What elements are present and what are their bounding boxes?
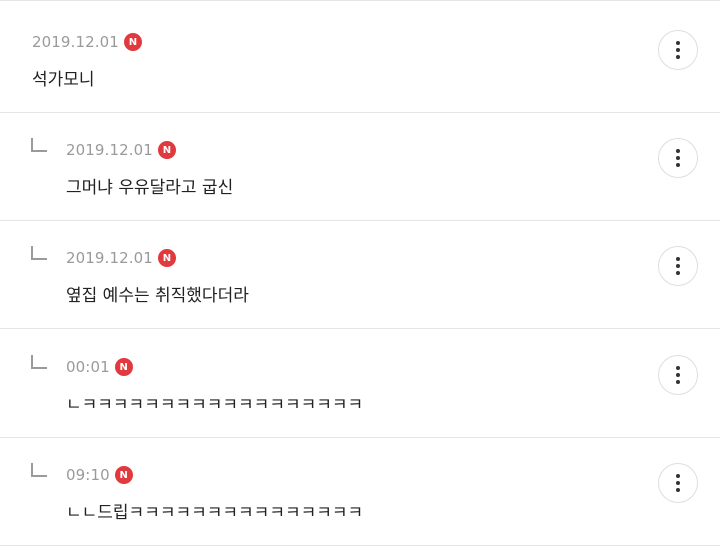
comment-list: 2019.12.01 N 석가모니 2019.12.01 N 그머냐 우유달라고… — [0, 0, 720, 554]
reply-arrow-icon — [31, 355, 47, 369]
comment-meta: 2019.12.01 N — [66, 249, 176, 267]
more-options-button[interactable] — [658, 30, 698, 70]
comment-meta: 2019.12.01 N — [66, 141, 176, 159]
comment-date: 2019.12.01 — [66, 249, 153, 267]
more-vertical-icon — [676, 366, 680, 370]
comment-meta: 00:01 N — [66, 358, 133, 376]
comment-meta: 09:10 N — [66, 466, 133, 484]
more-vertical-icon — [676, 149, 680, 153]
reply-comment-item: 09:10 N ㄴㄴ드립ㅋㅋㅋㅋㅋㅋㅋㅋㅋㅋㅋㅋㅋㅋㅋ — [0, 438, 720, 546]
comment-date: 00:01 — [66, 358, 110, 376]
new-badge-icon: N — [157, 249, 176, 267]
comment-text: 옆집 예수는 취직했다더라 — [66, 286, 249, 306]
comment-date: 09:10 — [66, 466, 110, 484]
comment-text: 그머냐 우유달라고 굽신 — [66, 178, 234, 198]
more-options-button[interactable] — [658, 355, 698, 395]
reply-arrow-icon — [31, 463, 47, 477]
new-badge-icon: N — [114, 358, 133, 376]
more-options-button[interactable] — [658, 246, 698, 286]
reply-arrow-icon — [31, 246, 47, 260]
more-vertical-icon — [676, 474, 680, 478]
comment-item: 2019.12.01 N 석가모니 — [0, 5, 720, 113]
reply-comment-item: 2019.12.01 N 그머냐 우유달라고 굽신 — [0, 113, 720, 221]
comment-date: 2019.12.01 — [32, 33, 119, 51]
comment-text: 석가모니 — [32, 70, 95, 90]
more-vertical-icon — [676, 41, 680, 45]
comment-meta: 2019.12.01 N — [32, 33, 142, 51]
reply-arrow-icon — [31, 138, 47, 152]
new-badge-icon: N — [114, 466, 133, 484]
more-vertical-icon — [676, 257, 680, 261]
comment-text: ㄴㄴ드립ㅋㅋㅋㅋㅋㅋㅋㅋㅋㅋㅋㅋㅋㅋㅋ — [66, 503, 364, 523]
reply-comment-item: 00:01 N ㄴㅋㅋㅋㅋㅋㅋㅋㅋㅋㅋㅋㅋㅋㅋㅋㅋㅋㅋ — [0, 330, 720, 438]
new-badge-icon: N — [157, 141, 176, 159]
comment-text: ㄴㅋㅋㅋㅋㅋㅋㅋㅋㅋㅋㅋㅋㅋㅋㅋㅋㅋㅋ — [66, 395, 364, 415]
new-badge-icon: N — [123, 33, 142, 51]
reply-comment-item: 2019.12.01 N 옆집 예수는 취직했다더라 — [0, 221, 720, 329]
more-options-button[interactable] — [658, 138, 698, 178]
comment-date: 2019.12.01 — [66, 141, 153, 159]
more-options-button[interactable] — [658, 463, 698, 503]
